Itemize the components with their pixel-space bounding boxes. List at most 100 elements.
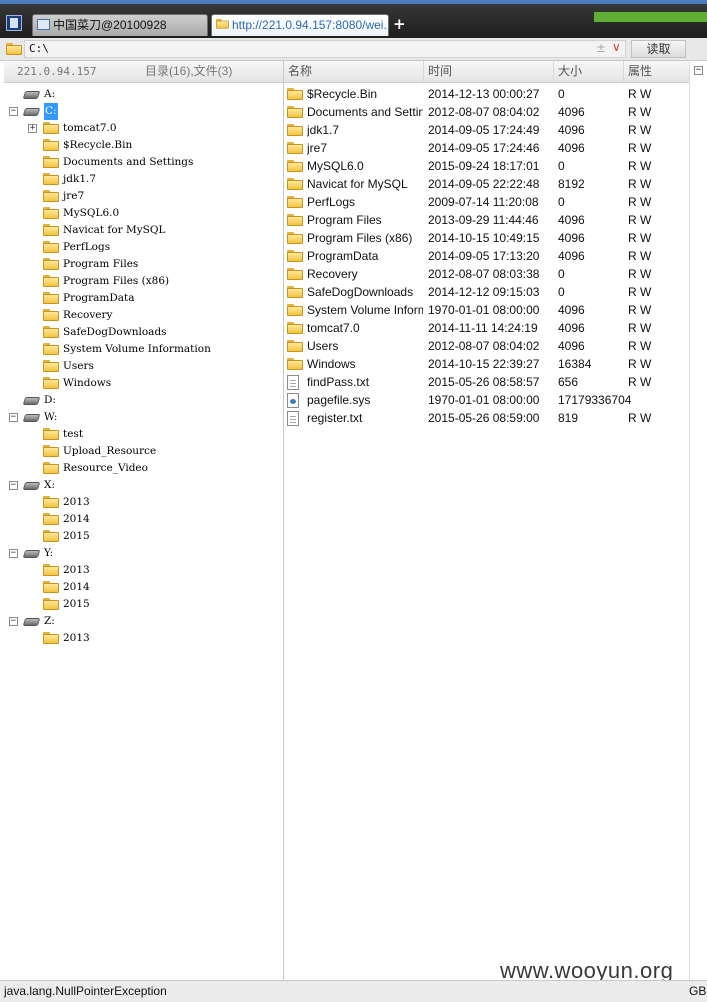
tree-folder[interactable]: Program Files (x86) <box>4 273 274 290</box>
list-item-folder[interactable]: Program Files (x86) 2014-10-15 10:49:15 40… <box>284 229 689 247</box>
list-item-folder[interactable]: Windows 2014-10-15 22:39:27 16384 R W <box>284 355 689 373</box>
tab-label: 中国菜刀@20100928 <box>53 18 167 32</box>
tree-folder[interactable]: + tomcat7.0 <box>4 120 274 137</box>
list-item-folder[interactable]: Navicat for MySQL 2014-09-05 22:22:48 8192… <box>284 175 689 193</box>
tree-folder[interactable]: test <box>4 426 274 443</box>
collapse-icon[interactable]: − <box>9 481 18 490</box>
list-item-folder[interactable]: jre7 2014-09-05 17:24:46 4096 R W <box>284 139 689 157</box>
tree-node-label: W: <box>44 411 58 423</box>
tree-folder[interactable]: 2013 <box>4 562 274 579</box>
encoding-label[interactable]: GB <box>689 981 706 1001</box>
tree-folder[interactable]: 2015 <box>4 596 274 613</box>
read-button[interactable]: 读取 <box>631 40 686 58</box>
tree-folder[interactable]: $Recycle.Bin <box>4 137 274 154</box>
collapse-icon[interactable]: − <box>9 617 18 626</box>
collapse-icon[interactable]: − <box>9 413 18 422</box>
tree-folder[interactable]: Users <box>4 358 274 375</box>
cell-name: System Volume Inform... <box>307 303 423 317</box>
folder-icon <box>43 207 59 219</box>
tree-folder[interactable]: Navicat for MySQL <box>4 222 274 239</box>
list-item-file[interactable]: register.txt 2015-05-26 08:59:00 819 R W <box>284 409 689 427</box>
list-item-folder[interactable]: System Volume Inform... 1970-01-01 08:00:… <box>284 301 689 319</box>
collapse-icon[interactable]: − <box>9 549 18 558</box>
tree-folder[interactable]: 2013 <box>4 494 274 511</box>
tree-folder[interactable]: Documents and Settings <box>4 154 274 171</box>
cell-time: 2014-09-05 17:13:20 <box>428 249 540 263</box>
tree-folder[interactable]: 2013 <box>4 630 274 647</box>
path-stepper-icon[interactable]: ± <box>596 41 606 55</box>
list-item-folder[interactable]: Documents and Settings 2012-08-07 08:04:0… <box>284 103 689 121</box>
tree-folder[interactable]: PerfLogs <box>4 239 274 256</box>
list-item-folder[interactable]: $Recycle.Bin 2014-12-13 00:00:27 0 R W <box>284 85 689 103</box>
tree-folder[interactable]: 2014 <box>4 511 274 528</box>
folder-icon <box>43 360 59 372</box>
drive-icon <box>22 88 41 99</box>
list-item-folder[interactable]: ProgramData 2014-09-05 17:13:20 4096 R W <box>284 247 689 265</box>
tree-drive[interactable]: D: <box>4 392 274 409</box>
cell-attr: R W <box>628 267 652 281</box>
tree-folder[interactable]: System Volume Information <box>4 341 274 358</box>
app-icon[interactable] <box>6 15 22 31</box>
tab-chopper[interactable]: 中国菜刀@20100928 <box>32 14 208 36</box>
tree-drive[interactable]: − W: <box>4 409 274 426</box>
column-attributes[interactable]: 属性 <box>624 61 689 82</box>
cell-name: findPass.txt <box>307 375 370 389</box>
tree-drive[interactable]: − Z: <box>4 613 274 630</box>
path-input[interactable]: C:\ <box>24 40 626 58</box>
list-item-folder[interactable]: Program Files 2013-09-29 11:44:46 4096 R W <box>284 211 689 229</box>
tree-folder[interactable]: Resource_Video <box>4 460 274 477</box>
folder-icon <box>43 377 59 389</box>
tab-file-manager[interactable]: http://221.0.94.157:8080/wei... <box>211 14 389 36</box>
list-item-folder[interactable]: PerfLogs 2009-07-14 11:20:08 0 R W <box>284 193 689 211</box>
list-item-folder[interactable]: Recovery 2012-08-07 08:03:38 0 R W <box>284 265 689 283</box>
cell-attr: R W <box>628 105 652 119</box>
tree-drive[interactable]: − Y: <box>4 545 274 562</box>
list-item-folder[interactable]: jdk1.7 2014-09-05 17:24:49 4096 R W <box>284 121 689 139</box>
tree-folder[interactable]: MySQL6.0 <box>4 205 274 222</box>
folder-icon <box>43 224 59 236</box>
tree-folder[interactable]: Windows <box>4 375 274 392</box>
column-name[interactable]: 名称 <box>284 61 424 82</box>
list-item-folder[interactable]: tomcat7.0 2014-11-11 14:24:19 4096 R W <box>284 319 689 337</box>
tree-folder[interactable]: 2014 <box>4 579 274 596</box>
cell-name: jre7 <box>307 141 328 155</box>
folder-icon <box>287 142 303 154</box>
tree-drive[interactable]: − X: <box>4 477 274 494</box>
tree-drive[interactable]: A: <box>4 86 274 103</box>
drive-icon <box>22 479 41 490</box>
tree-folder[interactable]: Recovery <box>4 307 274 324</box>
list-item-folder[interactable]: MySQL6.0 2015-09-24 18:17:01 0 R W <box>284 157 689 175</box>
list-item-file[interactable]: findPass.txt 2015-05-26 08:58:57 656 R W <box>284 373 689 391</box>
list-item-folder[interactable]: SafeDogDownloads 2014-12-12 09:15:03 0 R W <box>284 283 689 301</box>
cell-time: 2014-10-15 22:39:27 <box>428 357 540 371</box>
cell-attr: R W <box>628 375 652 389</box>
column-size[interactable]: 大小 <box>554 61 624 82</box>
list-item-folder[interactable]: Users 2012-08-07 08:04:02 4096 R W <box>284 337 689 355</box>
tree-folder[interactable]: jdk1.7 <box>4 171 274 188</box>
tree-node-label: A: <box>44 88 56 100</box>
column-time[interactable]: 时间 <box>424 61 554 82</box>
cell-name: Recovery <box>307 267 358 281</box>
tree-folder[interactable]: ProgramData <box>4 290 274 307</box>
new-tab-button[interactable]: + <box>393 15 406 33</box>
tree-folder[interactable]: jre7 <box>4 188 274 205</box>
chevron-down-icon[interactable]: ∨ <box>612 40 621 54</box>
tree-node-label: X: <box>44 479 56 491</box>
tree-folder[interactable]: SafeDogDownloads <box>4 324 274 341</box>
expand-icon[interactable]: + <box>28 124 37 133</box>
collapse-toggle-icon[interactable]: − <box>694 66 703 75</box>
folder-icon <box>287 214 303 226</box>
tree-drive[interactable]: − C: <box>4 103 274 120</box>
tree-folder[interactable]: Upload_Resource <box>4 443 274 460</box>
directory-stats: 目录(16),文件(3) <box>145 64 233 78</box>
tree-node-label: SafeDogDownloads <box>63 326 167 338</box>
tree-node-label: Users <box>63 360 94 372</box>
collapse-icon[interactable]: − <box>9 107 18 116</box>
cell-time: 2013-09-29 11:44:46 <box>428 213 539 227</box>
tree-folder[interactable]: 2015 <box>4 528 274 545</box>
list-item-file[interactable]: pagefile.sys 1970-01-01 08:00:00 171793367… <box>284 391 689 409</box>
cell-time: 2014-12-13 00:00:27 <box>428 87 540 101</box>
tree-node-label: Documents and Settings <box>63 156 194 168</box>
cell-size: 17179336704 <box>558 393 632 407</box>
tree-folder[interactable]: Program Files <box>4 256 274 273</box>
